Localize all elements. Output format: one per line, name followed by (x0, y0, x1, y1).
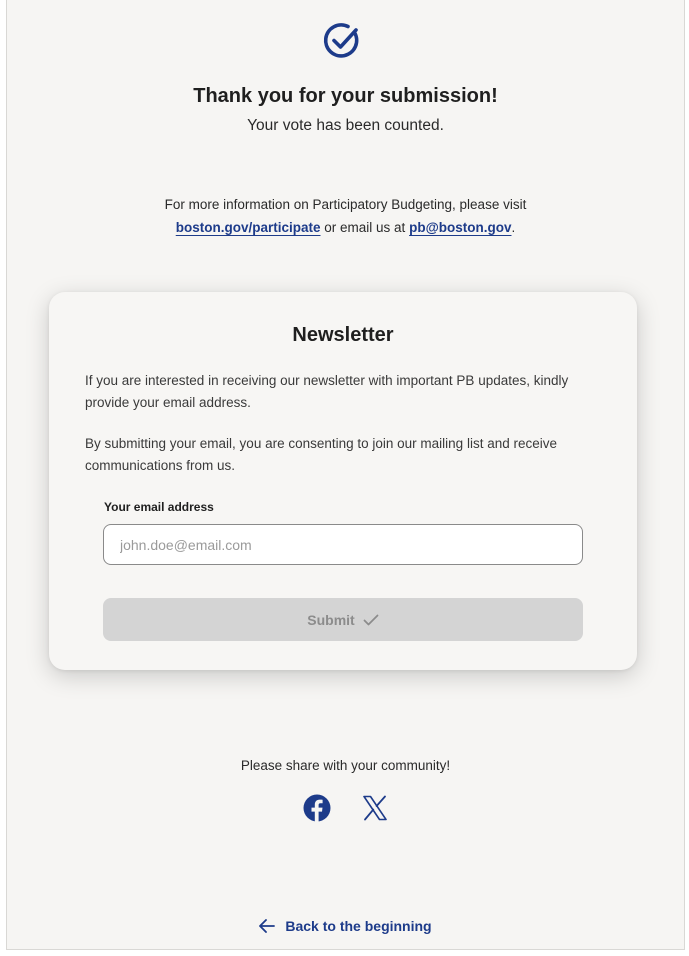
page-subtitle: Your vote has been counted. (247, 117, 444, 134)
facebook-icon[interactable] (301, 792, 333, 824)
back-link-label: Back to the beginning (285, 918, 432, 934)
back-to-beginning-link[interactable]: Back to the beginning (7, 918, 684, 934)
share-text: Please share with your community! (240, 758, 451, 773)
confirmation-page: Thank you for your submission! Your vote… (6, 0, 685, 950)
participate-link[interactable]: boston.gov/participate (176, 220, 321, 235)
newsletter-title: Newsletter (292, 324, 394, 346)
newsletter-paragraph-2: By submitting your email, you are consen… (85, 436, 557, 473)
email-field-label: Your email address (104, 500, 214, 514)
arrow-left-icon (259, 919, 276, 933)
page-title: Thank you for your submission! (193, 85, 498, 107)
info-text-after: . (511, 220, 516, 235)
check-circle-icon (321, 20, 363, 62)
submit-button[interactable]: Submit (103, 598, 583, 641)
info-text-before: For more information on Participatory Bu… (164, 197, 527, 212)
info-text: For more information on Participatory Bu… (7, 193, 684, 239)
email-field[interactable] (103, 524, 583, 565)
submit-button-label: Submit (307, 611, 355, 628)
newsletter-paragraph-1: If you are interested in receiving our n… (85, 373, 569, 410)
checkmark-icon (363, 614, 379, 625)
social-links (7, 792, 684, 824)
newsletter-card: Newsletter If you are interested in rece… (49, 292, 637, 670)
email-link[interactable]: pb@boston.gov (409, 220, 511, 235)
x-icon[interactable] (359, 792, 391, 824)
info-text-middle: or email us at (324, 220, 406, 235)
